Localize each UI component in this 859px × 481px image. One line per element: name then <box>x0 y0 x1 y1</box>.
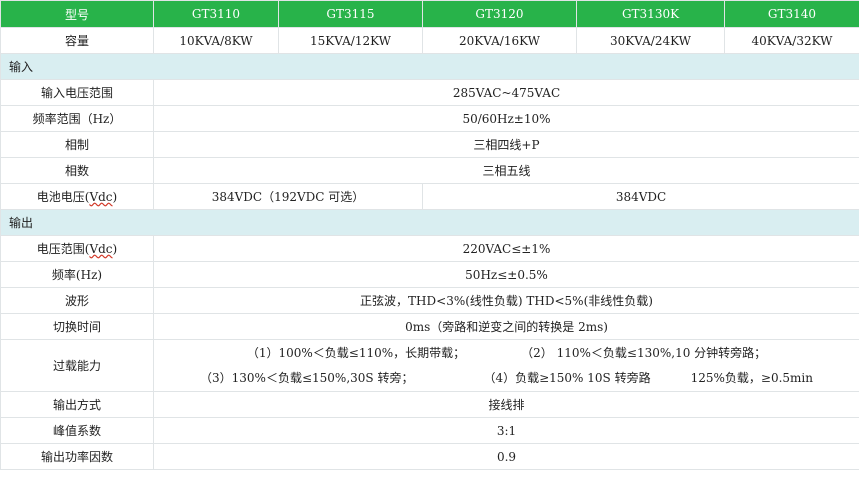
crest-factor-value: 3:1 <box>153 417 859 444</box>
output-voltage-label: 电压范围(Vdc) <box>0 235 154 262</box>
overload-item-4: （4）负载≥150% 10S 转旁路 <box>483 370 651 385</box>
capacity-value: 40KVA/32KW <box>724 27 859 54</box>
input-section-title: 输入 <box>0 53 859 80</box>
battery-label-suffix: ) <box>112 190 118 204</box>
waveform-value: 正弦波，THD<3%(线性负载) THD<5%(非线性负载) <box>153 287 859 314</box>
model-label: 型号 <box>0 0 154 28</box>
input-frequency-value: 50/60Hz±10% <box>153 105 859 132</box>
overload-line-2: （3）130%＜负载≤150%,30S 转旁； （4）负载≥150% 10S 转旁… <box>158 366 855 391</box>
phase-count-label: 相数 <box>0 157 154 184</box>
capacity-value: 30KVA/24KW <box>576 27 725 54</box>
overload-item-2: （2） 110%＜负载≤130%,10 分钟转旁路； <box>521 345 767 360</box>
header-row: 型号 GT3110 GT3115 GT3120 GT3130K GT3140 <box>0 0 859 28</box>
input-frequency-row: 频率范围（Hz） 50/60Hz±10% <box>0 105 859 132</box>
battery-label-unit: Vdc <box>89 190 113 204</box>
capacity-value: 20KVA/16KW <box>422 27 577 54</box>
capacity-row: 容量 10KVA/8KW 15KVA/12KW 20KVA/16KW 30KVA… <box>0 27 859 54</box>
model-gt3130k: GT3130K <box>576 0 725 28</box>
phase-system-label: 相制 <box>0 131 154 158</box>
input-voltage-row: 输入电压范围 285VAC~475VAC <box>0 79 859 106</box>
output-voltage-label-unit: Vdc <box>89 242 113 256</box>
model-gt3110: GT3110 <box>153 0 279 28</box>
model-gt3140: GT3140 <box>724 0 859 28</box>
output-voltage-row: 电压范围(Vdc) 220VAC≤±1% <box>0 235 859 262</box>
overload-value: （1）100%＜负载≤110%，长期带载； （2） 110%＜负载≤130%,10… <box>153 339 859 392</box>
overload-label: 过载能力 <box>0 339 154 392</box>
overload-line-1: （1）100%＜负载≤110%，长期带载； （2） 110%＜负载≤130%,10… <box>158 341 855 366</box>
crest-factor-label: 峰值系数 <box>0 417 154 444</box>
input-section-row: 输入 <box>0 53 859 80</box>
phase-count-value: 三相五线 <box>153 157 859 184</box>
output-frequency-row: 频率(Hz) 50Hz≤±0.5% <box>0 261 859 288</box>
capacity-label: 容量 <box>0 27 154 54</box>
output-section-title: 输出 <box>0 209 859 236</box>
output-section-row: 输出 <box>0 209 859 236</box>
output-voltage-label-prefix: 电压范围( <box>36 242 90 256</box>
waveform-label: 波形 <box>0 287 154 314</box>
power-factor-label: 输出功率因数 <box>0 443 154 470</box>
model-gt3115: GT3115 <box>278 0 423 28</box>
model-gt3120: GT3120 <box>422 0 577 28</box>
battery-voltage-label: 电池电压(Vdc) <box>0 183 154 210</box>
output-voltage-value: 220VAC≤±1% <box>153 235 859 262</box>
crest-factor-row: 峰值系数 3:1 <box>0 417 859 444</box>
power-factor-value: 0.9 <box>153 443 859 470</box>
output-frequency-label: 频率(Hz) <box>0 261 154 288</box>
spec-table: 型号 GT3110 GT3115 GT3120 GT3130K GT3140 容… <box>0 0 859 470</box>
output-frequency-value: 50Hz≤±0.5% <box>153 261 859 288</box>
overload-row: 过载能力 （1）100%＜负载≤110%，长期带载； （2） 110%＜负载≤13… <box>0 339 859 392</box>
output-mode-value: 接线排 <box>153 391 859 418</box>
output-voltage-label-suffix: ) <box>112 242 118 256</box>
input-frequency-label: 频率范围（Hz） <box>0 105 154 132</box>
battery-voltage-value-small: 384VDC（192VDC 可选） <box>153 183 423 210</box>
overload-item-3: （3）130%＜负载≤150%,30S 转旁； <box>200 370 414 385</box>
transfer-time-value: 0ms（旁路和逆变之间的转换是 2ms) <box>153 313 859 340</box>
battery-label-prefix: 电池电压( <box>36 190 90 204</box>
transfer-time-label: 切换时间 <box>0 313 154 340</box>
capacity-value: 10KVA/8KW <box>153 27 279 54</box>
input-voltage-label: 输入电压范围 <box>0 79 154 106</box>
output-mode-row: 输出方式 接线排 <box>0 391 859 418</box>
phase-system-value: 三相四线+P <box>153 131 859 158</box>
output-mode-label: 输出方式 <box>0 391 154 418</box>
transfer-time-row: 切换时间 0ms（旁路和逆变之间的转换是 2ms) <box>0 313 859 340</box>
overload-item-1: （1）100%＜负载≤110%，长期带载； <box>246 345 466 360</box>
input-voltage-value: 285VAC~475VAC <box>153 79 859 106</box>
waveform-row: 波形 正弦波，THD<3%(线性负载) THD<5%(非线性负载) <box>0 287 859 314</box>
capacity-value: 15KVA/12KW <box>278 27 423 54</box>
phase-system-row: 相制 三相四线+P <box>0 131 859 158</box>
battery-voltage-value-large: 384VDC <box>422 183 859 210</box>
battery-voltage-row: 电池电压(Vdc) 384VDC（192VDC 可选） 384VDC <box>0 183 859 210</box>
power-factor-row: 输出功率因数 0.9 <box>0 443 859 470</box>
overload-item-5: 125%负载，≥0.5min <box>690 370 813 385</box>
phase-count-row: 相数 三相五线 <box>0 157 859 184</box>
